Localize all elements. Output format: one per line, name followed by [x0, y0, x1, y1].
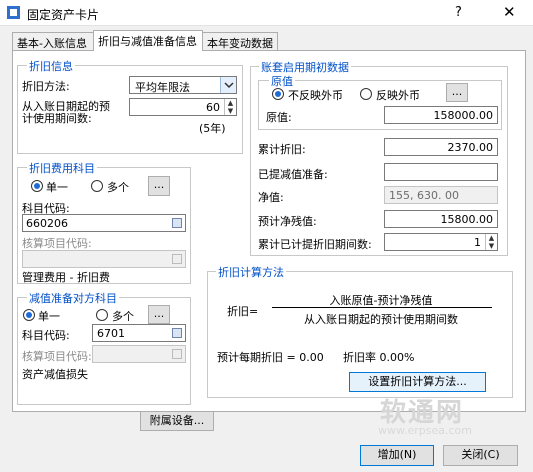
impairment-code-value: 6701	[97, 327, 125, 340]
no-foreign-currency-radio[interactable]	[272, 88, 284, 100]
impairment-single-label: 单一	[38, 310, 60, 323]
formula-divider	[272, 307, 492, 308]
expense-code-input[interactable]: 660206	[22, 214, 186, 232]
spin-arrows-icon[interactable]: ▲ ▼	[485, 234, 497, 250]
accum-depr-label: 累计折旧:	[258, 143, 306, 156]
tab-depreciation[interactable]: 折旧与减值准备信息	[93, 30, 203, 51]
expense-item-label: 核算项目代码:	[22, 237, 92, 250]
foreign-currency-radio[interactable]	[360, 88, 372, 100]
impairment-provision-input[interactable]	[384, 163, 498, 181]
useful-life-value: 60	[206, 101, 220, 114]
useful-life-stepper[interactable]: 60 ▲ ▼	[129, 98, 237, 116]
salvage-input[interactable]: 15800.00	[384, 210, 498, 228]
title-bar: 固定资产卡片 ? ✕	[0, 0, 533, 26]
expense-item-input[interactable]	[22, 250, 186, 268]
useful-life-years: (5年)	[199, 122, 226, 135]
impairment-single-radio[interactable]	[23, 309, 35, 321]
net-value-label: 净值:	[258, 191, 284, 204]
tab-basic-entry[interactable]: 基本-入账信息	[12, 32, 94, 50]
expense-code-value: 660206	[26, 217, 68, 230]
impairment-account-legend: 减值准备对方科目	[27, 290, 119, 306]
impairment-provision-label: 已提减值准备:	[258, 168, 328, 181]
method-label: 折旧方法:	[22, 80, 70, 93]
watermark-url: www.erpsea.com	[378, 424, 472, 437]
spin-arrows-icon[interactable]: ▲ ▼	[224, 99, 236, 115]
impairment-item-label: 核算项目代码:	[22, 350, 92, 363]
lookup-icon	[169, 251, 185, 267]
periods-stepper[interactable]: 1 ▲ ▼	[384, 233, 498, 251]
currency-more-button[interactable]: ...	[446, 83, 468, 102]
setup-depr-method-button[interactable]: 设置折旧计算方法...	[349, 372, 486, 392]
expense-more-button[interactable]: ...	[148, 176, 170, 196]
lookup-icon[interactable]	[169, 325, 185, 341]
impairment-item-input[interactable]	[92, 345, 186, 363]
impairment-more-button[interactable]: ...	[148, 305, 170, 324]
expense-multi-label: 多个	[107, 181, 129, 194]
depreciation-info-legend: 折旧信息	[27, 58, 75, 74]
window-title: 固定资产卡片	[27, 8, 100, 22]
life-label-line2: 计使用期间数:	[22, 112, 92, 125]
accum-depr-input[interactable]: 2370.00	[384, 138, 498, 156]
formula-denominator: 从入账日期起的预计使用期间数	[304, 313, 458, 326]
impairment-account-desc: 资产减值损失	[22, 368, 88, 381]
method-value: 平均年限法	[135, 81, 190, 94]
close-window-button[interactable]: ✕	[503, 3, 516, 21]
tab-strip: 基本-入账信息 折旧与减值准备信息 本年变动数据	[12, 30, 302, 51]
impairment-code-label: 科目代码:	[22, 329, 70, 342]
expense-single-radio[interactable]	[31, 180, 43, 192]
calc-method-legend: 折旧计算方法	[216, 264, 286, 280]
formula-numerator: 入账原值-预计净残值	[329, 294, 433, 307]
impairment-multi-radio[interactable]	[96, 309, 108, 321]
help-button[interactable]: ?	[455, 5, 462, 20]
expense-account-desc: 管理费用 - 折旧费	[22, 271, 110, 284]
attached-equipment-button[interactable]: 附属设备...	[140, 411, 214, 431]
expense-single-label: 单一	[46, 181, 68, 194]
net-value-field: 155, 630. 00	[384, 186, 498, 204]
impairment-multi-label: 多个	[112, 310, 134, 323]
chevron-down-icon[interactable]	[220, 77, 236, 93]
original-value-label: 原值:	[266, 111, 292, 124]
original-value-input[interactable]: 158000.00	[384, 106, 498, 124]
per-period-depr: 预计每期折旧 = 0.00	[217, 351, 324, 364]
depreciation-method-select[interactable]: 平均年限法	[129, 76, 237, 94]
salvage-label: 预计净残值:	[258, 215, 317, 228]
expense-multi-radio[interactable]	[91, 180, 103, 192]
expense-account-legend: 折旧费用科目	[27, 160, 97, 176]
lookup-icon[interactable]	[169, 215, 185, 231]
lookup-icon	[169, 346, 185, 362]
periods-label: 累计已计提折旧期间数:	[258, 238, 372, 251]
add-button[interactable]: 增加(N)	[360, 445, 434, 466]
app-icon	[7, 6, 20, 19]
tab-annual-changes[interactable]: 本年变动数据	[202, 32, 278, 50]
depr-rate: 折旧率 0.00%	[343, 351, 415, 364]
impairment-code-input[interactable]: 6701	[92, 324, 186, 342]
formula-lhs: 折旧=	[227, 305, 259, 318]
no-foreign-currency-label: 不反映外币	[288, 89, 343, 102]
close-button[interactable]: 关闭(C)	[443, 445, 518, 466]
foreign-currency-label: 反映外币	[376, 89, 420, 102]
